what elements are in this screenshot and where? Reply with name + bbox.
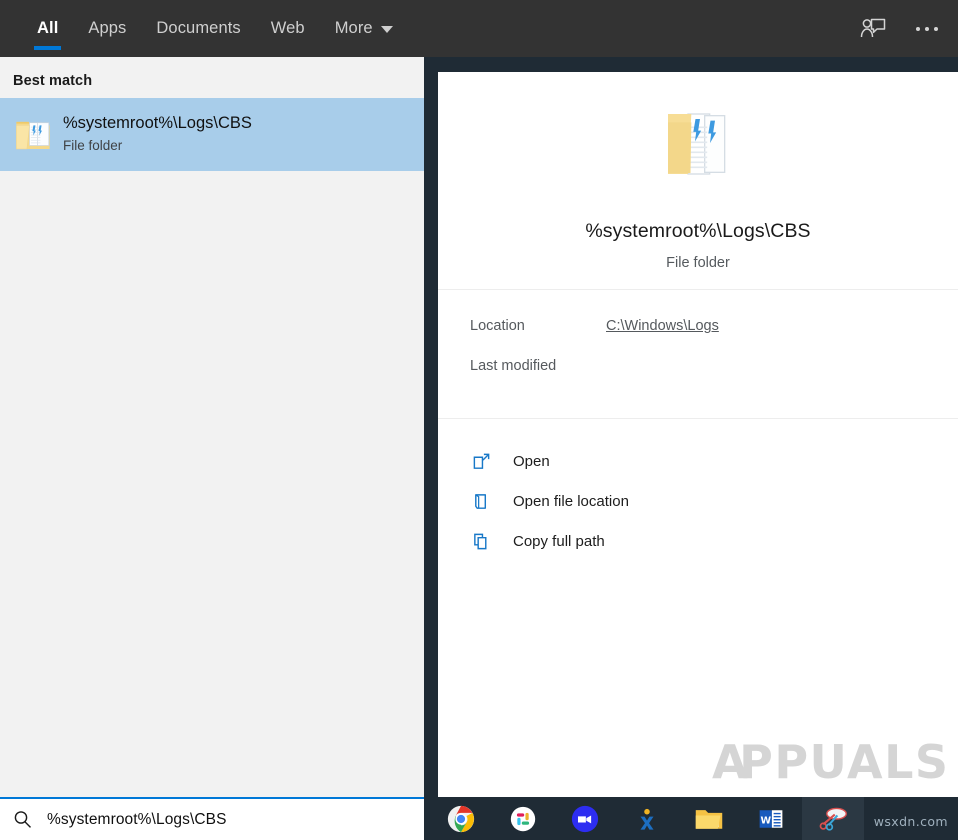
action-open-label: Open: [513, 452, 550, 470]
svg-text:W: W: [760, 815, 771, 826]
tab-all-label: All: [37, 19, 59, 37]
folder-with-documents-icon-large: [668, 113, 726, 175]
preview-subtitle: File folder: [666, 255, 730, 271]
action-open-file-location[interactable]: Open file location: [470, 481, 958, 521]
taskbar-item-file-explorer[interactable]: [678, 797, 740, 840]
folder-open-icon: [470, 490, 492, 512]
action-open[interactable]: Open: [470, 441, 958, 481]
tab-all[interactable]: All: [22, 0, 73, 57]
feedback-button[interactable]: [856, 12, 890, 46]
tab-active-underline: [34, 46, 62, 50]
tab-list: All Apps Documents Web More: [0, 0, 408, 57]
chrome-icon: [447, 805, 475, 832]
zoom-icon: [571, 805, 599, 832]
preview-pane: %systemroot%\Logs\CBS File folder Locati…: [438, 72, 958, 797]
search-input[interactable]: %systemroot%\Logs\CBS: [0, 797, 424, 840]
search-magnifier-icon: [14, 810, 31, 828]
preview-actions: Open Open file location Copy full path: [438, 419, 958, 561]
tab-web[interactable]: Web: [256, 0, 320, 57]
taskbar-items: W: [430, 797, 864, 840]
metadata-row-last-modified: Last modified: [470, 358, 958, 398]
tab-more[interactable]: More: [320, 0, 408, 57]
metadata-value-location-link[interactable]: C:\Windows\Logs: [606, 318, 719, 334]
results-pane: Best match %systemroot%\Logs\CBS File fo…: [0, 57, 424, 797]
open-external-icon: [470, 450, 492, 472]
search-input-value: %systemroot%\Logs\CBS: [47, 810, 227, 828]
preview-metadata: Location C:\Windows\Logs Last modified: [438, 290, 958, 398]
chevron-down-icon: [380, 26, 393, 33]
citrix-icon: [640, 808, 654, 830]
metadata-key-last-modified: Last modified: [470, 358, 557, 374]
taskbar-item-snipping-tool[interactable]: [802, 797, 864, 840]
tab-apps[interactable]: Apps: [73, 0, 141, 57]
file-explorer-icon: [695, 809, 723, 829]
result-item-title: %systemroot%\Logs\CBS: [63, 114, 252, 132]
tab-more-label: More: [334, 19, 373, 37]
action-copy-full-path-label: Copy full path: [513, 532, 605, 550]
result-item-subtitle: File folder: [63, 138, 123, 153]
taskbar-item-citrix[interactable]: [616, 797, 678, 840]
preview-title: %systemroot%\Logs\CBS: [585, 220, 811, 242]
tab-documents[interactable]: Documents: [141, 0, 255, 57]
search-filter-tabbar: All Apps Documents Web More: [0, 0, 958, 57]
best-match-heading: Best match: [13, 73, 93, 89]
copy-icon: [470, 530, 492, 552]
corner-watermark: wsxdn.com: [873, 814, 948, 829]
metadata-row-location: Location C:\Windows\Logs: [470, 318, 958, 358]
action-open-file-location-label: Open file location: [513, 492, 629, 510]
taskbar-item-word[interactable]: W: [740, 797, 802, 840]
feedback-person-icon: [860, 18, 886, 37]
metadata-key-location: Location: [470, 318, 525, 334]
slack-icon: [510, 806, 536, 831]
result-item-text: %systemroot%\Logs\CBS File folder: [63, 113, 252, 156]
snipping-tool-icon: [819, 807, 847, 831]
folder-with-documents-icon: [16, 121, 50, 149]
word-icon: W: [759, 809, 783, 828]
action-copy-full-path[interactable]: Copy full path: [470, 521, 958, 561]
windows-search-overlay: All Apps Documents Web More Best match %…: [0, 0, 958, 840]
taskbar: %systemroot%\Logs\CBS W wsxdn.com: [0, 797, 958, 840]
result-item-cbs-folder[interactable]: %systemroot%\Logs\CBS File folder: [0, 98, 424, 171]
tab-web-label: Web: [270, 19, 305, 37]
more-options-button[interactable]: [910, 12, 944, 46]
tabbar-actions: [856, 0, 944, 57]
preview-header: %systemroot%\Logs\CBS File folder: [438, 72, 958, 289]
taskbar-item-chrome[interactable]: [430, 797, 492, 840]
taskbar-item-slack[interactable]: [492, 797, 554, 840]
tab-apps-label: Apps: [88, 19, 127, 37]
ellipsis-icon: [916, 26, 938, 31]
taskbar-item-zoom[interactable]: [554, 797, 616, 840]
tab-documents-label: Documents: [156, 19, 241, 37]
